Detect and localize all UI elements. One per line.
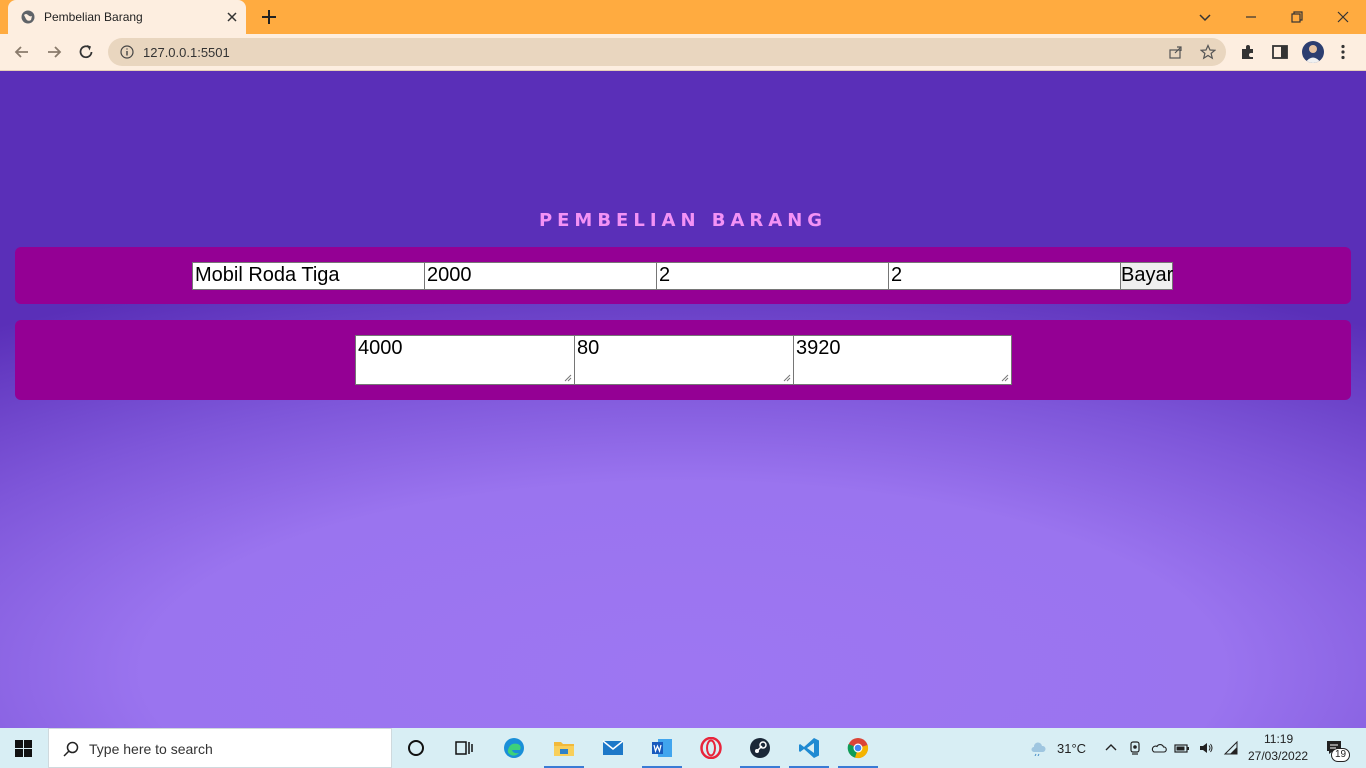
- extensions-icon[interactable]: [1239, 43, 1257, 61]
- close-tab-icon[interactable]: [224, 9, 240, 25]
- cortana-button[interactable]: [392, 728, 440, 768]
- windows-start-icon[interactable]: [15, 740, 32, 757]
- webcam-icon[interactable]: [1127, 740, 1143, 756]
- clock-time[interactable]: 11:19: [1264, 732, 1293, 746]
- word-app[interactable]: [638, 728, 686, 768]
- wifi-icon[interactable]: [1223, 740, 1239, 756]
- tab-title: Pembelian Barang: [44, 10, 143, 24]
- side-panel-icon[interactable]: [1271, 43, 1289, 61]
- output-panel: 4000 80 3920: [15, 320, 1351, 400]
- clock-date[interactable]: 27/03/2022: [1248, 749, 1308, 763]
- mail-app[interactable]: [589, 728, 637, 768]
- weather-icon[interactable]: [1030, 740, 1046, 756]
- windows-taskbar: Type here to search 31°C 11:19 27/03/202…: [0, 728, 1366, 768]
- file-explorer-app[interactable]: [540, 728, 588, 768]
- opera-app[interactable]: [687, 728, 735, 768]
- word-icon: [652, 739, 672, 757]
- discount-input[interactable]: 2: [888, 262, 1121, 290]
- steam-app[interactable]: [736, 728, 784, 768]
- profile-icon: [1305, 45, 1321, 63]
- vscode-icon: [799, 738, 819, 758]
- edge-app[interactable]: [490, 728, 538, 768]
- discount-amount-textarea[interactable]: 80: [574, 335, 794, 385]
- taskbar-search-box[interactable]: Type here to search: [48, 728, 392, 768]
- reload-icon[interactable]: [76, 42, 96, 62]
- task-view-button[interactable]: [440, 728, 488, 768]
- chrome-icon: [847, 738, 869, 759]
- resize-grip-icon[interactable]: [1000, 373, 1009, 382]
- grand-total-textarea[interactable]: 3920: [793, 335, 1012, 385]
- quantity-input[interactable]: 2: [656, 262, 889, 290]
- mail-icon: [602, 740, 624, 755]
- pay-button[interactable]: Bayar: [1120, 262, 1173, 290]
- search-icon: [63, 741, 79, 757]
- battery-icon[interactable]: [1174, 740, 1190, 756]
- back-icon[interactable]: [12, 42, 32, 62]
- item-name-input[interactable]: Mobil Roda Tiga: [192, 262, 425, 290]
- menu-kebab-icon[interactable]: [1334, 43, 1352, 61]
- page-viewport: PEMBELIAN BARANG Mobil Roda Tiga 2000 2 …: [0, 71, 1366, 728]
- forward-icon[interactable]: [44, 42, 64, 62]
- chrome-app[interactable]: [834, 728, 882, 768]
- share-icon[interactable]: [1168, 44, 1184, 60]
- file-explorer-icon: [554, 742, 574, 756]
- browser-titlebar: Pembelian Barang: [0, 0, 1366, 34]
- url-text: 127.0.0.1:5501: [143, 45, 230, 60]
- discount-amount-value: 80: [577, 337, 600, 359]
- total-textarea[interactable]: 4000: [355, 335, 575, 385]
- bookmark-star-icon[interactable]: [1200, 44, 1216, 60]
- vscode-app[interactable]: [785, 728, 833, 768]
- volume-icon[interactable]: [1198, 740, 1214, 756]
- total-value: 4000: [358, 337, 403, 359]
- task-view-icon: [455, 741, 473, 755]
- browser-toolbar: 127.0.0.1:5501: [0, 34, 1366, 71]
- restore-icon[interactable]: [1286, 6, 1308, 28]
- minimize-icon[interactable]: [1240, 6, 1262, 28]
- temperature-text[interactable]: 31°C: [1057, 741, 1086, 756]
- cortana-icon: [408, 740, 424, 756]
- grand-total-value: 3920: [796, 337, 841, 359]
- chevron-up-icon[interactable]: [1103, 740, 1119, 756]
- resize-grip-icon[interactable]: [563, 373, 572, 382]
- close-window-icon[interactable]: [1332, 6, 1354, 28]
- globe-icon: [21, 10, 35, 24]
- resize-grip-icon[interactable]: [782, 373, 791, 382]
- input-panel: Mobil Roda Tiga 2000 2 2 Bayar: [15, 247, 1351, 304]
- browser-tab[interactable]: Pembelian Barang: [8, 0, 246, 34]
- tab-search-icon[interactable]: [1194, 6, 1216, 28]
- notification-badge: 19: [1331, 748, 1351, 762]
- address-bar[interactable]: 127.0.0.1:5501: [108, 38, 1226, 66]
- steam-icon: [750, 738, 770, 758]
- opera-icon: [700, 737, 722, 759]
- price-input[interactable]: 2000: [424, 262, 657, 290]
- onedrive-icon[interactable]: [1151, 740, 1167, 756]
- page-title: PEMBELIAN BARANG: [538, 210, 828, 231]
- new-tab-icon[interactable]: [260, 8, 278, 26]
- edge-icon: [504, 738, 524, 758]
- info-icon[interactable]: [120, 45, 134, 59]
- profile-avatar[interactable]: [1302, 41, 1324, 63]
- search-placeholder: Type here to search: [89, 741, 213, 757]
